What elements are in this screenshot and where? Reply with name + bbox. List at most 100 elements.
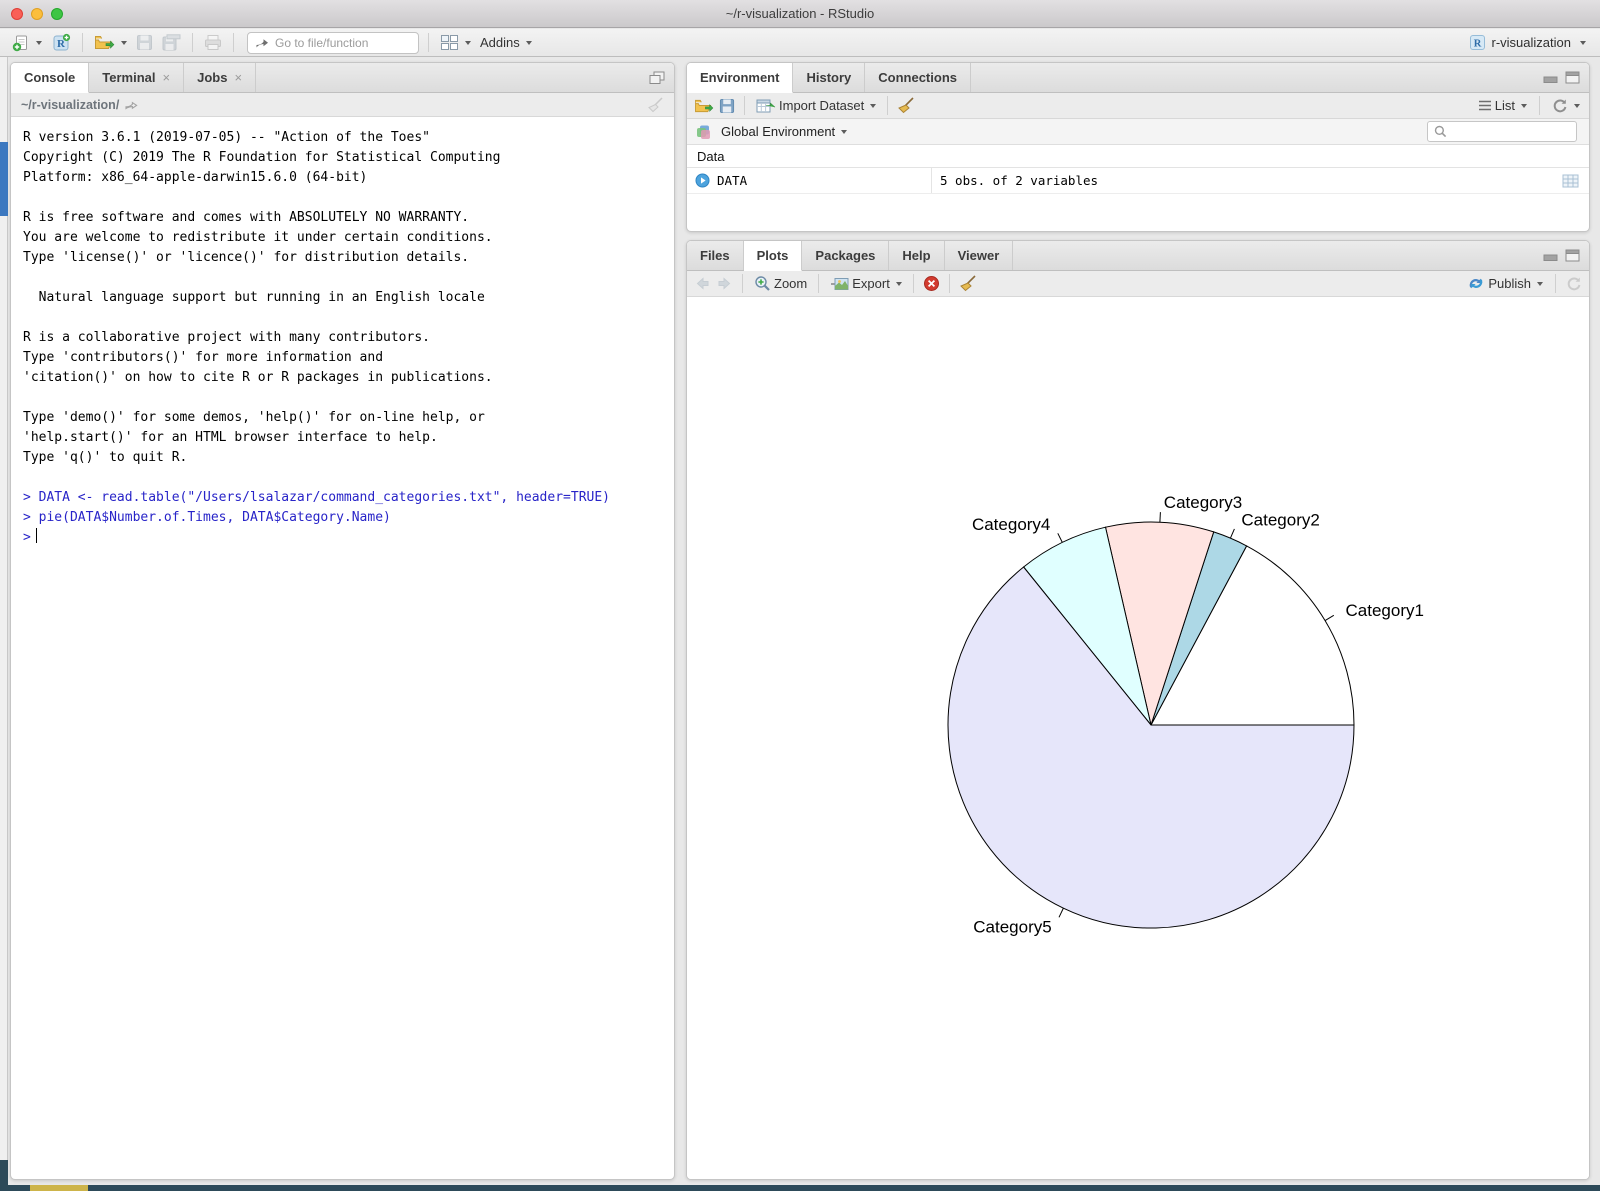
project-menu[interactable]: R r-visualization xyxy=(1469,34,1590,51)
import-dataset-button[interactable]: Import Dataset xyxy=(754,96,878,116)
scope-label: Global Environment xyxy=(721,124,835,139)
zoom-label: Zoom xyxy=(774,276,807,291)
maximize-pane-icon[interactable] xyxy=(1565,249,1580,262)
tab-label: Terminal xyxy=(102,70,155,85)
new-project-button[interactable]: R xyxy=(49,31,73,54)
refresh-environment-button[interactable] xyxy=(1550,96,1582,115)
addins-menu[interactable]: Addins xyxy=(478,33,534,52)
tab-console[interactable]: Console xyxy=(11,63,89,93)
environment-tabs: Environment History Connections xyxy=(687,63,971,92)
refresh-plot-icon[interactable] xyxy=(1566,276,1582,291)
console-output[interactable]: R version 3.6.1 (2019-07-05) -- "Action … xyxy=(11,117,674,559)
next-plot-icon[interactable] xyxy=(716,276,733,291)
toolbar-separator xyxy=(744,96,745,115)
chevron-down-icon xyxy=(1521,104,1527,108)
tab-packages[interactable]: Packages xyxy=(802,241,889,270)
tab-terminal[interactable]: Terminal × xyxy=(89,63,184,92)
console-command: > DATA <- read.table("/Users/lsalazar/co… xyxy=(23,488,662,508)
print-button[interactable] xyxy=(202,32,224,53)
background-bottom-bar xyxy=(0,1185,1600,1191)
chevron-down-icon xyxy=(896,282,902,286)
console-line: R version 3.6.1 (2019-07-05) -- "Action … xyxy=(23,128,662,148)
minimize-pane-icon[interactable] xyxy=(1543,71,1558,84)
plots-tabs: Files Plots Packages HelpViewer xyxy=(687,241,1013,270)
tab-label: History xyxy=(806,70,851,85)
tab-label: Files xyxy=(700,248,730,263)
goto-directory-icon[interactable] xyxy=(125,99,138,110)
clear-console-icon[interactable] xyxy=(647,97,664,113)
environment-search[interactable] xyxy=(1427,121,1577,142)
publish-icon xyxy=(1467,276,1485,291)
save-workspace-icon[interactable] xyxy=(719,98,735,114)
plots-toolbar: Zoom Export xyxy=(687,271,1589,297)
console-tabs: ConsoleTerminal×Jobs× xyxy=(11,63,256,92)
maximize-pane-icon[interactable] xyxy=(1565,71,1580,84)
view-table-icon[interactable] xyxy=(1552,174,1589,188)
pie-label-tick xyxy=(1160,512,1161,522)
titlebar: ~/r-visualization - RStudio xyxy=(0,0,1600,28)
tab-viewer[interactable]: Viewer xyxy=(945,241,1014,270)
open-file-button[interactable] xyxy=(92,32,129,53)
environment-scope-menu[interactable]: Global Environment xyxy=(719,122,849,141)
chevron-down-icon xyxy=(121,41,127,45)
tab-help[interactable]: Help xyxy=(889,241,944,270)
project-name: r-visualization xyxy=(1492,35,1571,50)
tab-environment[interactable]: Environment xyxy=(687,63,793,93)
pie-label-category5: Category5 xyxy=(973,917,1051,936)
window-title: ~/r-visualization - RStudio xyxy=(726,6,874,21)
clear-all-plots-icon[interactable] xyxy=(959,275,977,292)
load-workspace-icon[interactable] xyxy=(694,98,714,114)
environment-section-header: Data xyxy=(687,145,1589,168)
environment-view-mode[interactable]: List xyxy=(1476,96,1529,115)
environment-pane: Environment History Connections xyxy=(686,62,1590,232)
publish-plot-button[interactable]: Publish xyxy=(1465,274,1545,293)
new-file-button[interactable] xyxy=(10,32,44,54)
tab-plots[interactable]: Plots xyxy=(744,241,803,271)
goto-file-input[interactable] xyxy=(275,36,411,50)
previous-plot-icon[interactable] xyxy=(694,276,711,291)
console-line xyxy=(23,308,662,328)
expand-object-icon[interactable] xyxy=(695,173,710,188)
tab-history[interactable]: History xyxy=(793,63,865,92)
background-dark-patch xyxy=(0,1160,8,1185)
minimize-pane-icon[interactable] xyxy=(1543,249,1558,262)
toolbar-separator xyxy=(1539,96,1540,115)
tab-label: Packages xyxy=(815,248,875,263)
zoom-window-button[interactable] xyxy=(51,8,63,20)
console-line xyxy=(23,188,662,208)
tab-connections[interactable]: Connections xyxy=(865,63,971,92)
tab-close-icon[interactable]: × xyxy=(163,71,171,84)
save-button[interactable] xyxy=(134,32,155,53)
tab-files[interactable]: Files xyxy=(687,241,744,270)
pane-layout-icon xyxy=(440,34,459,51)
background-selection xyxy=(0,142,8,216)
toolbar-separator xyxy=(913,274,914,293)
goto-file-search[interactable] xyxy=(247,32,419,54)
environment-object-row[interactable]: DATA 5 obs. of 2 variables xyxy=(687,168,1589,194)
console-prompt[interactable]: > xyxy=(23,528,662,548)
object-summary: 5 obs. of 2 variables xyxy=(932,173,1552,188)
console-command: > pie(DATA$Number.of.Times, DATA$Categor… xyxy=(23,508,662,528)
save-all-button[interactable] xyxy=(160,32,183,53)
chevron-down-icon xyxy=(870,104,876,108)
tab-close-icon[interactable]: × xyxy=(234,71,242,84)
remove-plot-icon[interactable] xyxy=(923,275,940,292)
maximize-pane-icon[interactable] xyxy=(649,71,665,85)
close-window-button[interactable] xyxy=(11,8,23,20)
refresh-icon xyxy=(1552,98,1568,113)
pie-label-category4: Category4 xyxy=(972,515,1050,534)
zoom-plot-button[interactable]: Zoom xyxy=(752,273,809,294)
pie-label-tick xyxy=(1058,533,1063,542)
environment-search-input[interactable] xyxy=(1452,125,1570,139)
import-dataset-label: Import Dataset xyxy=(779,98,864,113)
tab-label: Plots xyxy=(757,248,789,263)
minimize-window-button[interactable] xyxy=(31,8,43,20)
toolbar-separator xyxy=(82,33,83,52)
toolbar-separator xyxy=(887,96,888,115)
clear-environment-icon[interactable] xyxy=(897,97,915,114)
pane-layout-button[interactable] xyxy=(438,32,473,53)
export-plot-button[interactable]: Export xyxy=(828,274,904,294)
tab-jobs[interactable]: Jobs× xyxy=(184,63,256,92)
chevron-down-icon xyxy=(1580,41,1586,45)
export-icon xyxy=(830,276,849,292)
